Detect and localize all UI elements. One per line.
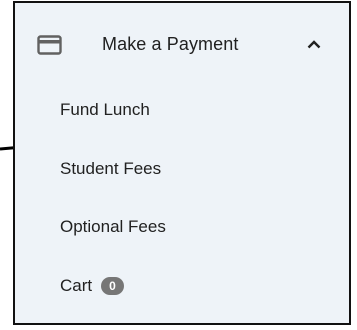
chevron-up-icon[interactable] bbox=[307, 39, 321, 49]
credit-card-icon bbox=[37, 35, 62, 55]
menu-item-fund-lunch[interactable]: Fund Lunch bbox=[15, 83, 349, 139]
menu-item-label: Fund Lunch bbox=[60, 100, 150, 119]
menu-item-student-fees[interactable]: Student Fees bbox=[15, 142, 349, 198]
header-title: Make a Payment bbox=[102, 34, 239, 54]
payment-menu-panel: Make a Payment Fund Lunch Student Fees O… bbox=[13, 1, 351, 325]
make-a-payment-header[interactable]: Make a Payment bbox=[15, 3, 349, 87]
menu-item-optional-fees[interactable]: Optional Fees bbox=[15, 200, 349, 256]
menu-item-label: Cart bbox=[60, 276, 93, 295]
menu-item-label: Optional Fees bbox=[60, 217, 166, 236]
menu-item-label: Student Fees bbox=[60, 159, 162, 178]
cart-count-badge: 0 bbox=[101, 277, 124, 295]
menu-item-cart[interactable]: Cart 0 bbox=[15, 259, 349, 315]
